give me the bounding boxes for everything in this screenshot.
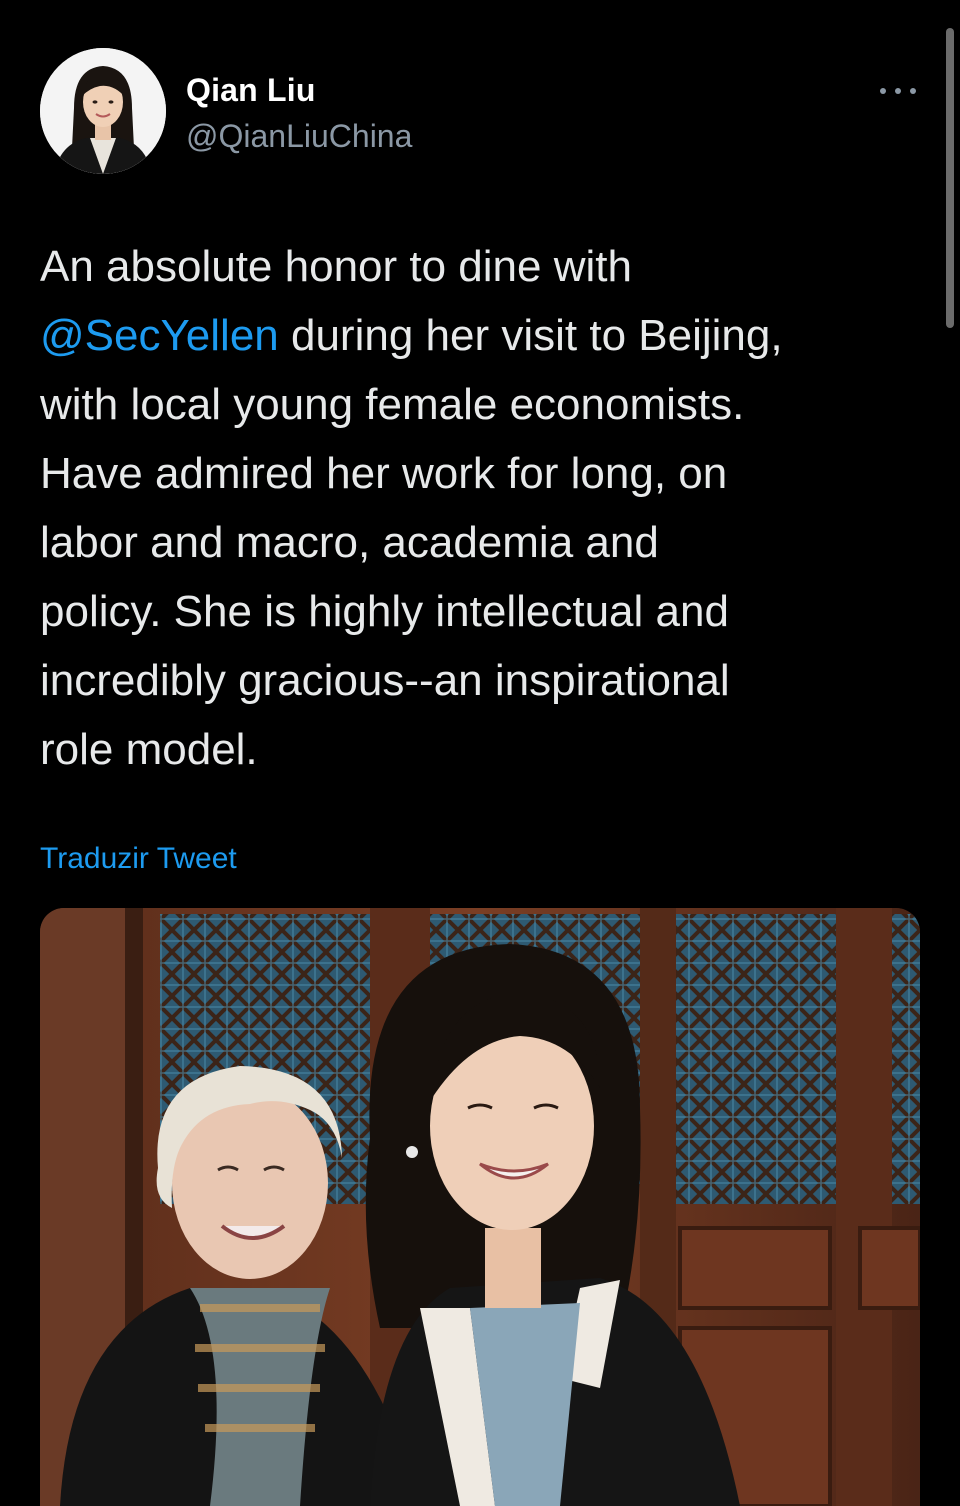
tweet-photo[interactable] (40, 908, 920, 1506)
scrollbar[interactable] (946, 28, 954, 328)
avatar[interactable] (40, 48, 166, 174)
tweet-line: with local young female economists. (40, 380, 745, 429)
tweet-photo-image (40, 908, 920, 1506)
tweet-line: incredibly gracious--an inspirational (40, 656, 730, 705)
tweet-line: policy. She is highly intellectual and (40, 587, 729, 636)
tweet-line-text: during her visit to Beijing, (278, 311, 783, 360)
more-horizontal-icon-dot (895, 88, 901, 94)
tweet-line: labor and macro, academia and (40, 518, 659, 567)
tweet-text: An absolute honor to dine with @SecYelle… (40, 232, 920, 784)
avatar-portrait-image (40, 48, 166, 174)
author-handle[interactable]: @QianLiuChina (186, 118, 412, 155)
tweet-line: An absolute honor to dine with (40, 242, 632, 291)
tweet-line: Have admired her work for long, on (40, 449, 728, 498)
more-options-button[interactable] (878, 76, 920, 104)
mention-link[interactable]: @SecYellen (40, 311, 279, 360)
tweet-line: role model. (40, 725, 258, 774)
more-horizontal-icon-dot (910, 88, 916, 94)
translate-tweet-link[interactable]: Traduzir Tweet (40, 842, 237, 876)
tweet-line: @SecYellen during her visit to Beijing, (40, 301, 920, 370)
more-horizontal-icon (880, 88, 886, 94)
tweet-header: Qian Liu @QianLiuChina (40, 48, 920, 178)
author-name[interactable]: Qian Liu (186, 72, 316, 109)
tweet-screen: Qian Liu @QianLiuChina An absolute honor… (0, 0, 960, 1506)
